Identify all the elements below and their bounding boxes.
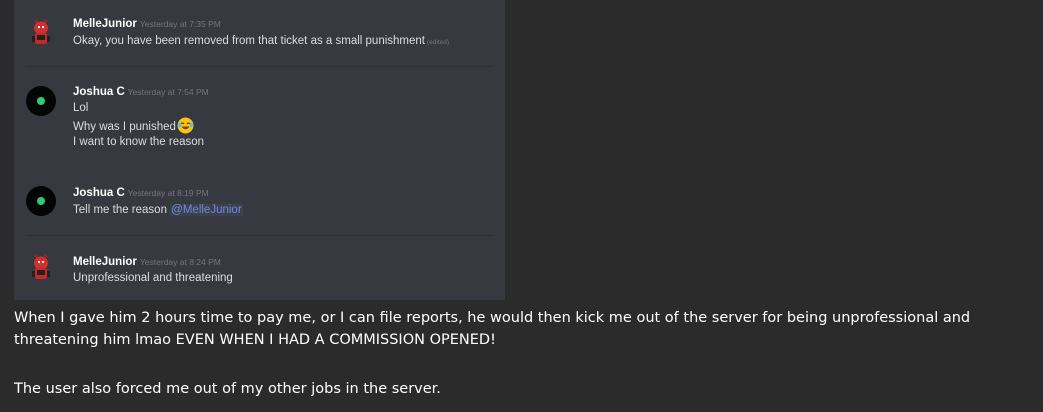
message-header: Joshua C Yesterday at 7:54 PM (73, 84, 209, 99)
message-group: MelleJunior Yesterday at 8:24 PM Unprofes… (14, 235, 505, 300)
timestamp: Yesterday at 7:35 PM (139, 19, 221, 29)
timestamp: Yesterday at 8:19 PM (127, 188, 209, 198)
message-group: MelleJunior Yesterday at 7:35 PM Okay, yo… (14, 0, 505, 66)
message-line: I want to know the reason (73, 134, 204, 150)
user-mention[interactable]: @MelleJunior (170, 204, 243, 216)
message-text: Tell me the reason (73, 204, 167, 216)
post-paragraph: When I gave him 2 hours time to pay me, … (14, 310, 971, 348)
message-header: MelleJunior Yesterday at 8:24 PM (73, 254, 221, 269)
message-line: Unprofessional and threatening (73, 270, 233, 286)
edited-label: (edited) (427, 39, 450, 46)
message-header: MelleJunior Yesterday at 7:35 PM (73, 16, 221, 31)
username[interactable]: MelleJunior (73, 256, 137, 268)
forum-post-page: MelleJunior Yesterday at 7:35 PM Okay, yo… (0, 0, 1043, 412)
timestamp: Yesterday at 7:54 PM (127, 87, 209, 97)
joshua-avatar-icon[interactable] (26, 86, 56, 116)
message-line: Lol (73, 100, 88, 116)
message-text: I want to know the reason (73, 136, 205, 148)
message-header: Joshua C Yesterday at 8:19 PM (73, 185, 209, 200)
username[interactable]: MelleJunior (73, 18, 137, 30)
timestamp: Yesterday at 8:24 PM (139, 257, 221, 267)
username[interactable]: Joshua C (73, 86, 125, 98)
message-text: Lol (73, 102, 89, 114)
message-text: Why was I punished (73, 121, 176, 133)
joshua-avatar-icon[interactable] (26, 186, 56, 216)
online-dot-icon (37, 97, 45, 105)
discord-screenshot: MelleJunior Yesterday at 7:35 PM Okay, yo… (14, 0, 505, 300)
message-text: Okay, you have been removed from that ti… (73, 35, 425, 47)
message-text: Unprofessional and threatening (73, 272, 233, 284)
username[interactable]: Joshua C (73, 187, 125, 199)
melle-avatar-icon[interactable] (26, 251, 56, 281)
message-group: Joshua C Yesterday at 8:19 PM Tell me the… (14, 168, 505, 235)
message-line: Okay, you have been removed from that ti… (73, 33, 449, 51)
message-group: Joshua C Yesterday at 7:54 PM Lol Why was… (14, 66, 505, 168)
melle-avatar-icon[interactable] (26, 16, 56, 46)
post-paragraph: The user also forced me out of my other … (14, 381, 441, 397)
message-line: Tell me the reason @MelleJunior (73, 202, 243, 218)
online-dot-icon (37, 197, 45, 205)
